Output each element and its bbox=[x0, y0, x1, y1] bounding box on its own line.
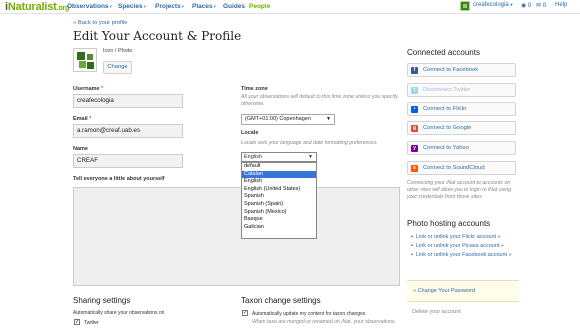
connect-soundcloud-button[interactable]: s Connect to SoundCloud bbox=[407, 161, 516, 175]
name-label: Name bbox=[73, 146, 88, 152]
help-link[interactable]: Help bbox=[555, 2, 567, 8]
facebook-icon: f bbox=[411, 67, 418, 74]
time-zone-note: All your observations will default to th… bbox=[241, 94, 398, 107]
taxon-auto-update-label: Automatically update my content for taxo… bbox=[252, 311, 366, 317]
name-field[interactable]: CREAF bbox=[73, 154, 183, 168]
facebook-link-toggle[interactable]: Link or unlink your Facebook account » bbox=[411, 252, 512, 258]
connect-yahoo-button[interactable]: y Connect to Yahoo bbox=[407, 141, 516, 155]
chevron-down-icon: ▼ bbox=[308, 154, 313, 160]
chevron-down-icon: ▾ bbox=[181, 4, 184, 9]
chevron-down-icon: ▾ bbox=[109, 4, 112, 9]
bio-label: Tell everyone a little about yourself bbox=[73, 176, 165, 182]
locale-select[interactable]: English ▼ bbox=[241, 152, 317, 162]
photo-hosting-heading: Photo hosting accounts bbox=[407, 219, 491, 228]
locale-option-spanish-mexico[interactable]: Spanish (Mexico) bbox=[242, 209, 316, 217]
change-password-link[interactable]: » Change Your Password bbox=[407, 280, 519, 302]
bio-textarea[interactable] bbox=[73, 187, 400, 286]
user-menu[interactable]: creafecologia ▾ bbox=[473, 2, 513, 8]
mail-icon: ✉ bbox=[536, 3, 542, 9]
page-title: Edit Your Account & Profile bbox=[73, 29, 242, 43]
locale-label: Locale bbox=[241, 130, 259, 136]
flickr-icon: • bbox=[411, 106, 418, 113]
connect-flickr-button[interactable]: • Connect to Flickr bbox=[407, 102, 516, 116]
locale-option-default[interactable]: default bbox=[242, 163, 316, 171]
flickr-link-toggle[interactable]: Link or unlink your Flickr account » bbox=[411, 234, 501, 240]
connected-accounts-heading: Connected accounts bbox=[407, 48, 480, 57]
locale-note: Locale sets your language and date forma… bbox=[241, 140, 378, 146]
picasa-link-toggle[interactable]: Link or unlink your Picasa account » bbox=[411, 243, 504, 249]
notifications-link[interactable]: ◉ 0 bbox=[521, 2, 531, 9]
google-icon: g bbox=[411, 125, 418, 132]
change-photo-button[interactable]: Change bbox=[103, 61, 132, 74]
sharing-description: Automatically share your observations on bbox=[73, 310, 165, 316]
chevron-down-icon: ▾ bbox=[510, 2, 513, 7]
nav-observations[interactable]: Observations▾ bbox=[67, 3, 112, 10]
locale-option-basque[interactable]: Basque bbox=[242, 216, 316, 224]
locale-option-catalan[interactable]: Catalan bbox=[242, 170, 316, 179]
back-to-profile-link[interactable]: « Back to your profile bbox=[73, 20, 127, 26]
inaturalist-logo[interactable]: iNaturalist.org bbox=[5, 1, 69, 13]
locale-dropdown-list: default Catalan English English (United … bbox=[241, 162, 317, 239]
nav-guides[interactable]: Guides bbox=[223, 3, 245, 10]
locale-option-spanish[interactable]: Spanish bbox=[242, 193, 316, 201]
time-zone-select[interactable]: (GMT+01:00) Copenhagen ▼ bbox=[241, 114, 335, 125]
sharing-settings-heading: Sharing settings bbox=[73, 296, 131, 305]
bell-icon: ◉ bbox=[521, 3, 527, 9]
chevron-down-icon: ▼ bbox=[326, 116, 331, 122]
connected-accounts-note: Connecting your iNat account to accounts… bbox=[407, 180, 512, 200]
username-field[interactable]: creafecologia bbox=[73, 94, 183, 108]
connect-google-button[interactable]: g Connect to Google bbox=[407, 121, 516, 135]
twitter-icon: t bbox=[411, 87, 418, 94]
disconnect-twitter-button[interactable]: t Disconnect Twitter bbox=[407, 83, 516, 97]
yahoo-icon: y bbox=[411, 145, 418, 152]
delete-account-link[interactable]: Delete your account bbox=[412, 309, 461, 315]
top-header: iNaturalist.org Observations▾ Species▾ P… bbox=[0, 0, 580, 14]
chevron-down-icon: ▾ bbox=[143, 4, 146, 9]
twitter-share-checkbox[interactable]: ✓ bbox=[74, 319, 80, 325]
connect-facebook-button[interactable]: f Connect to Facebook bbox=[407, 63, 516, 77]
username-label: Username * bbox=[73, 86, 104, 92]
locale-option-galician[interactable]: Galician bbox=[242, 224, 316, 232]
time-zone-label: Time zone bbox=[241, 86, 268, 92]
taxon-auto-update-checkbox[interactable]: ✓ bbox=[242, 310, 248, 316]
messages-link[interactable]: ✉ 0 bbox=[536, 2, 546, 9]
taxon-change-heading: Taxon change settings bbox=[241, 296, 321, 305]
locale-option-english-us[interactable]: English (United States) bbox=[242, 186, 316, 194]
soundcloud-icon: s bbox=[411, 165, 418, 172]
taxon-change-note: When taxa are merged or renamed on iNat,… bbox=[252, 319, 396, 325]
email-field[interactable]: a.ramon@creaf.uab.es bbox=[73, 124, 183, 138]
nav-species[interactable]: Species▾ bbox=[118, 3, 146, 10]
nav-projects[interactable]: Projects▾ bbox=[155, 3, 184, 10]
locale-option-english[interactable]: English bbox=[242, 178, 316, 186]
icon-photo-label: Icon / Photo bbox=[103, 48, 133, 54]
user-avatar[interactable] bbox=[460, 1, 470, 11]
twitter-share-label: Twitter bbox=[84, 320, 99, 326]
chevron-down-icon: ▾ bbox=[213, 4, 216, 9]
nav-people[interactable]: People bbox=[249, 3, 270, 10]
profile-icon-photo bbox=[73, 48, 97, 72]
nav-places[interactable]: Places▾ bbox=[192, 3, 216, 10]
email-label: Email * bbox=[73, 116, 92, 122]
locale-option-spanish-spain[interactable]: Spanish (Spain) bbox=[242, 201, 316, 209]
